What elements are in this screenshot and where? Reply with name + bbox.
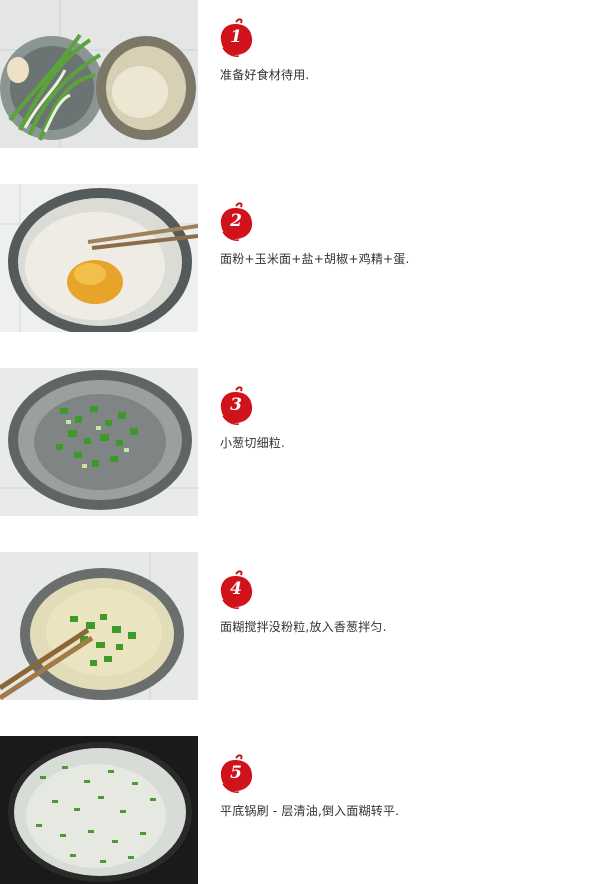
step-5-photo xyxy=(0,736,198,884)
step-number-badge-icon: 1 xyxy=(219,18,255,58)
step-description: 平底锅刷 - 层清油,倒入面糊转平. xyxy=(220,804,400,818)
step-description: 准备好食材待用. xyxy=(220,68,310,82)
step-number: 4 xyxy=(230,579,242,599)
step-2: 2 面粉+玉米面+盐+胡椒+鸡精+蛋. xyxy=(0,184,602,332)
step-1-photo xyxy=(0,0,198,148)
step-3: 3 小葱切细粒. xyxy=(0,368,602,516)
step-2-photo xyxy=(0,184,198,332)
step-number-badge-icon: 2 xyxy=(219,202,255,242)
step-4: 4 面糊搅拌没粉粒,放入香葱拌匀. xyxy=(0,552,602,700)
step-description: 面粉+玉米面+盐+胡椒+鸡精+蛋. xyxy=(220,252,410,266)
step-3-photo xyxy=(0,368,198,516)
step-description: 面糊搅拌没粉粒,放入香葱拌匀. xyxy=(220,620,387,634)
step-1: 1 准备好食材待用. xyxy=(0,0,602,148)
step-number: 2 xyxy=(230,211,242,231)
step-number: 1 xyxy=(230,27,242,47)
step-number: 5 xyxy=(230,763,242,783)
step-number: 3 xyxy=(230,395,242,415)
step-5: 5 平底锅刷 - 层清油,倒入面糊转平. xyxy=(0,736,602,884)
step-number-badge-icon: 3 xyxy=(219,386,255,426)
step-number-badge-icon: 4 xyxy=(219,570,255,610)
step-description: 小葱切细粒. xyxy=(220,436,286,450)
step-4-photo xyxy=(0,552,198,700)
step-number-badge-icon: 5 xyxy=(219,754,255,794)
